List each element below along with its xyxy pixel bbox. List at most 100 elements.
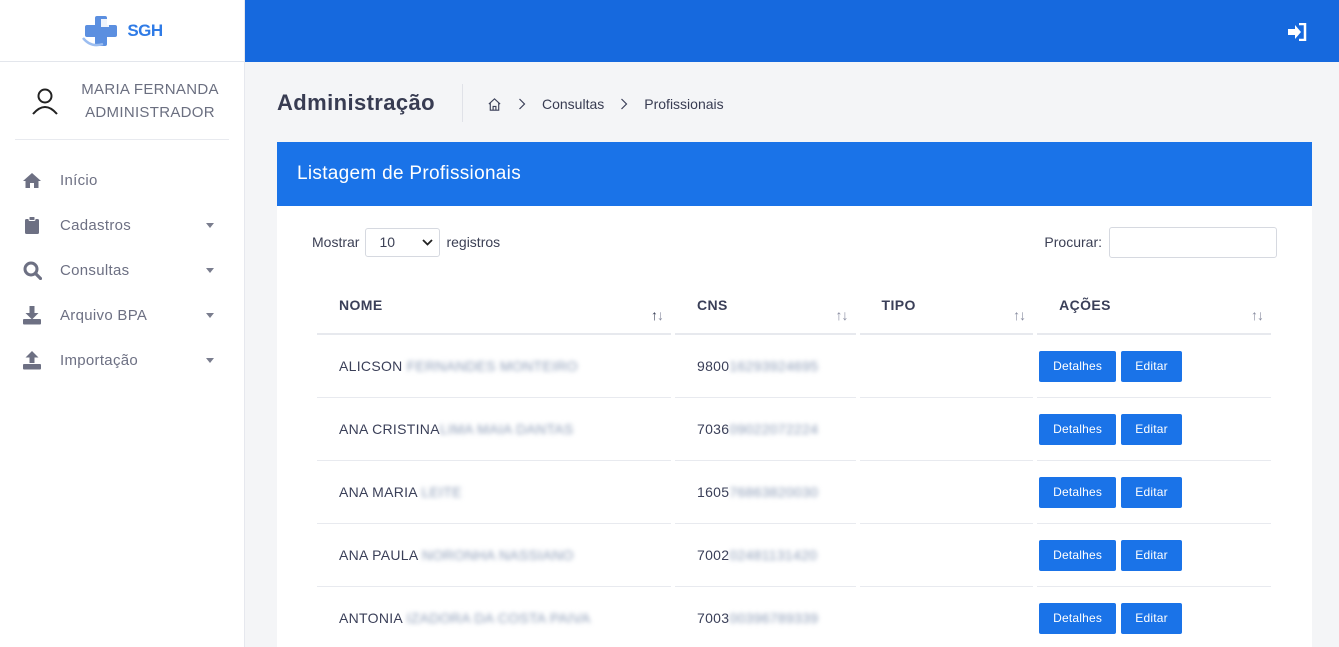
cell-nome: ANA PAULA NORONHA NASSIANO	[317, 524, 671, 587]
sort-icon: ↑↓	[1013, 307, 1026, 323]
cell-acoes: Detalhes Editar	[1037, 335, 1271, 398]
page-length-control: Mostrar 10 registros	[312, 227, 501, 257]
cross-logo-icon	[82, 15, 118, 46]
column-header-tipo[interactable]: TIPO ↑↓	[859, 285, 1034, 335]
page-title: Administração	[277, 90, 436, 115]
records-label: registros	[446, 234, 501, 250]
sidebar-item-label: Início	[60, 172, 98, 189]
table-header-row: NOME ↑↓ CNS ↑↓ TIPO ↑↓ AÇÕES ↑↓	[317, 285, 1271, 335]
page-size-value: 10	[379, 234, 396, 250]
user-panel: MARIA FERNANDA ADMINISTRADOR	[15, 62, 229, 140]
cell-tipo	[859, 398, 1034, 461]
clipboard-icon	[22, 216, 42, 236]
cell-acoes: Detalhes Editar	[1037, 461, 1271, 524]
chevron-down-icon	[206, 313, 214, 318]
card-title: Listagem de Profissionais	[277, 142, 1312, 206]
search-label: Procurar:	[1044, 234, 1102, 250]
home-icon[interactable]	[487, 97, 502, 112]
download-icon	[22, 306, 42, 326]
edit-button[interactable]: Editar	[1121, 539, 1182, 571]
top-bar	[245, 0, 1339, 62]
cell-nome: ANA CRISTINALIMA MAIA DANTAS	[317, 398, 671, 461]
cell-cns: 700300396789339	[675, 587, 856, 647]
show-label: Mostrar	[312, 234, 360, 250]
redacted-text: 00396789339	[729, 610, 819, 626]
sidebar-item-label: Arquivo BPA	[60, 307, 148, 324]
sidebar-item-arquivo-bpa[interactable]: Arquivo BPA	[0, 293, 244, 338]
professionals-card: Listagem de Profissionais Mostrar 10 reg…	[277, 142, 1312, 647]
cell-tipo	[860, 587, 1034, 647]
redacted-text: LEITE	[421, 484, 462, 500]
details-button[interactable]: Detalhes	[1039, 539, 1117, 571]
sort-icon: ↑↓	[651, 307, 664, 323]
redacted-text: 09022072224	[729, 421, 819, 437]
redacted-text: 02481131420	[729, 547, 818, 563]
edit-button[interactable]: Editar	[1121, 413, 1182, 445]
sidebar-item-label: Consultas	[60, 262, 130, 279]
redacted-text: 16293924695	[729, 358, 819, 374]
table-row: ANA CRISTINALIMA MAIA DANTAS 70360902207…	[317, 398, 1271, 461]
user-name: MARIA FERNANDA	[81, 80, 219, 98]
sidebar-item-label: Cadastros	[60, 217, 132, 234]
page-size-select[interactable]: 10	[365, 227, 441, 257]
redacted-text: FERNANDES MONTEIRO	[406, 358, 578, 374]
breadcrumb-consultas[interactable]: Consultas	[542, 96, 604, 112]
sidebar-item-importacao[interactable]: Importação	[0, 338, 244, 383]
search-control: Procurar:	[1044, 226, 1277, 258]
cell-cns: 703609022072224	[675, 398, 856, 461]
details-button[interactable]: Detalhes	[1039, 350, 1117, 382]
logout-icon[interactable]	[1287, 23, 1307, 41]
redacted-text: IZADORA DA COSTA PAIVA	[406, 610, 591, 626]
details-button[interactable]: Detalhes	[1039, 413, 1117, 445]
cell-tipo	[859, 524, 1034, 587]
cell-nome: ANA MARIA LEITE	[317, 461, 671, 524]
edit-button[interactable]: Editar	[1121, 350, 1182, 382]
cell-tipo	[859, 335, 1034, 398]
redacted-text: LIMA MAIA DANTAS	[439, 421, 574, 437]
logo-text: SGH	[127, 20, 163, 40]
column-header-cns[interactable]: CNS ↑↓	[675, 285, 856, 335]
redacted-text: 76863820030	[729, 484, 819, 500]
cell-cns: 700202481131420	[675, 524, 856, 587]
cell-tipo	[859, 461, 1034, 524]
chevron-down-icon	[422, 238, 434, 246]
sidebar-item-label: Importação	[60, 352, 139, 369]
upload-icon	[22, 351, 42, 371]
sidebar-item-cadastros[interactable]: Cadastros	[0, 203, 244, 248]
sidebar-menu: Início Cadastros Consultas Arquivo BPA I…	[0, 158, 244, 383]
table-row: ANA PAULA NORONHA NASSIANO 7002024811314…	[317, 524, 1271, 587]
cell-acoes: Detalhes Editar	[1037, 524, 1271, 587]
search-input[interactable]	[1109, 226, 1277, 258]
chevron-right-icon	[621, 98, 628, 110]
sort-icon: ↑↓	[835, 307, 849, 323]
title-divider	[462, 84, 463, 122]
column-header-nome[interactable]: NOME ↑↓	[317, 285, 671, 335]
cell-nome: ANTONIA IZADORA DA COSTA PAIVA	[317, 587, 671, 647]
user-icon	[15, 86, 75, 116]
column-header-acoes[interactable]: AÇÕES ↑↓	[1037, 285, 1271, 335]
chevron-down-icon	[206, 223, 214, 228]
search-icon	[22, 261, 42, 281]
breadcrumb-profissionais: Profissionais	[644, 96, 724, 112]
cell-nome: ALICSON FERNANDES MONTEIRO	[317, 335, 671, 398]
sidebar-item-consultas[interactable]: Consultas	[0, 248, 244, 293]
edit-button[interactable]: Editar	[1121, 476, 1182, 508]
sort-icon: ↑↓	[1251, 307, 1264, 323]
chevron-down-icon	[206, 358, 214, 363]
app-logo[interactable]: SGH	[81, 14, 163, 48]
cell-acoes: Detalhes Editar	[1037, 587, 1271, 647]
logo-area: SGH	[0, 0, 244, 62]
chevron-down-icon	[206, 268, 214, 273]
home-icon	[22, 171, 42, 191]
table-row: ALICSON FERNANDES MONTEIRO 9800162939246…	[317, 335, 1271, 398]
cell-cns: 160576863820030	[675, 461, 856, 524]
edit-button[interactable]: Editar	[1121, 602, 1182, 634]
sidebar: SGH MARIA FERNANDA ADMINISTRADOR Início …	[0, 0, 245, 647]
redacted-text: NORONHA NASSIANO	[421, 547, 574, 563]
details-button[interactable]: Detalhes	[1039, 602, 1117, 634]
breadcrumb: Consultas Profissionais	[487, 94, 724, 114]
details-button[interactable]: Detalhes	[1039, 476, 1117, 508]
sidebar-item-inicio[interactable]: Início	[0, 158, 244, 203]
table-row: ANA MARIA LEITE 160576863820030 Detalhes…	[317, 461, 1271, 524]
user-role: ADMINISTRADOR	[85, 103, 215, 121]
